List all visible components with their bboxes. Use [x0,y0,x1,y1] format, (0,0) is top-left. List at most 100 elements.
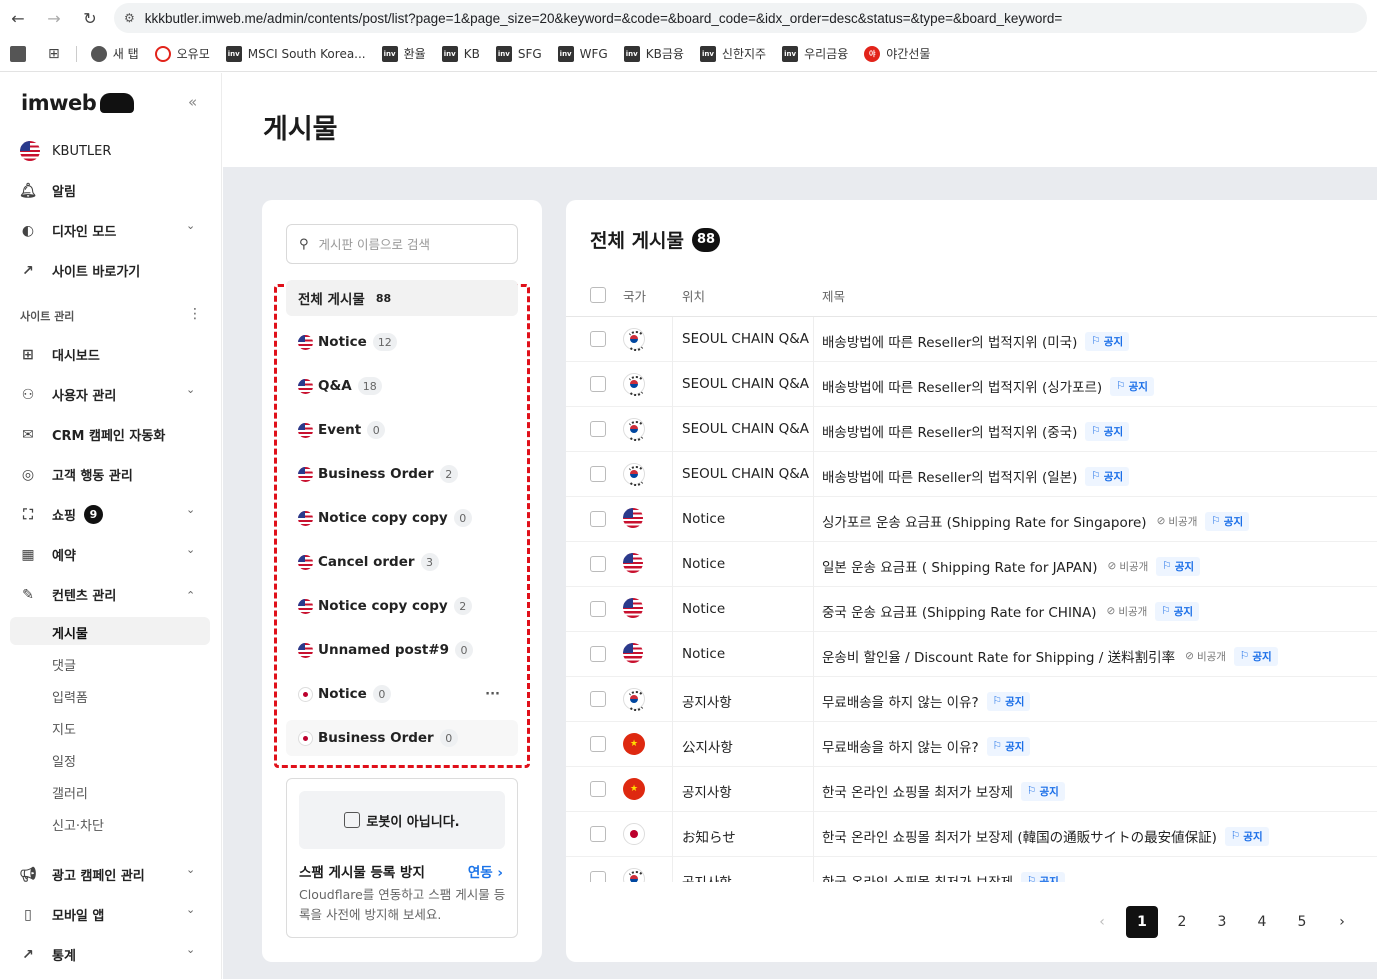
sidebar-item[interactable]: ↗ 통계 [20,945,76,965]
table-row[interactable]: Notice 일본 운송 요금표 ( Shipping Rate for JAPA… [566,542,1377,587]
post-title-cell[interactable]: 싱가포르 운송 요금표 (Shipping Rate for Singapore… [822,511,1250,531]
post-title-cell[interactable]: 한국 온라인 쇼핑몰 최저가 보장제 ⚐공지 [822,871,1065,882]
row-checkbox[interactable] [590,376,606,392]
post-title-cell[interactable]: 배송방법에 따른 Reseller의 법적지위 (미국) ⚐ 공지 [822,331,1130,351]
sidebar-sub-item[interactable]: 댓글 [52,655,76,674]
post-title-cell[interactable]: 무료배송을 하지 않는 이유? ⚐ 공지 [822,691,1031,711]
back-icon[interactable]: ← [0,0,36,36]
table-row[interactable]: SEOUL CHAIN Q&A 배송방법에 따른 Reseller의 법적지위 (… [566,317,1377,362]
post-title-cell[interactable]: 중국 운송 요금표 (Shipping Rate for CHINA) ⊘ 비공개 ⚐… [822,601,1200,621]
board-item[interactable]: Business Order 0 [286,720,518,756]
sidebar-sub-item[interactable]: 신고·차단 [52,815,104,834]
site-settings-icon[interactable]: ⚙ [124,11,135,25]
bookmark-item[interactable]: 야 야간선물 [864,45,930,62]
table-row[interactable]: Notice 운송비 할인율 / Discount Rate for Shippi… [566,632,1377,677]
board-item[interactable]: Notice 0 ··· [286,676,518,712]
page-button[interactable]: 1 [1126,906,1158,938]
table-row[interactable]: SEOUL CHAIN Q&A 배송방법에 따른 Reseller의 법적지위 (… [566,362,1377,407]
sidebar-item[interactable]: ⊞ 대시보드 [20,345,100,365]
post-title-cell[interactable]: 배송방법에 따른 Reseller의 법적지위 (중국) ⚐ 공지 [822,421,1130,441]
sidebar-item[interactable]: ▦ 예약 [20,545,76,565]
board-item[interactable]: Notice 12 [286,324,518,360]
select-all-checkbox[interactable] [590,287,606,303]
sidebar-sub-item[interactable]: 지도 [52,719,76,738]
page-button[interactable]: 4 [1246,906,1278,938]
board-item[interactable]: Notice copy copy 0 [286,500,518,536]
bookmark-item[interactable]: inv 신한지주 [699,45,766,62]
table-row[interactable]: ★ 공지사항 한국 온라인 쇼핑몰 최저가 보장제 ⚐ 공지 [566,767,1377,812]
row-checkbox[interactable] [590,736,606,752]
board-search[interactable]: ⚲ [286,224,518,264]
sidebar-item[interactable]: 📢︎ 광고 캠페인 관리 [19,865,145,885]
table-row[interactable]: 공지사항 한국 온라인 쇼핑몰 최저가 보장제 ⚐공지 [566,857,1377,882]
row-checkbox[interactable] [590,331,606,347]
chevron-down-icon[interactable]: ⌄ [186,503,195,516]
more-options-icon[interactable]: ··· [485,687,500,702]
chevron-down-icon[interactable]: ⌄ [186,903,195,916]
table-row[interactable]: Notice 싱가포르 운송 요금표 (Shipping Rate for Sin… [566,497,1377,542]
bookmark-item[interactable]: 새 탭 [90,45,139,62]
sidebar-item[interactable]: ↗ 사이트 바로가기 [20,261,140,281]
board-item[interactable]: Event 0 [286,412,518,448]
table-row[interactable]: Notice 중국 운송 요금표 (Shipping Rate for CHINA… [566,587,1377,632]
row-checkbox[interactable] [590,556,606,572]
chevron-down-icon[interactable]: ⌄ [186,383,195,396]
row-checkbox[interactable] [590,466,606,482]
table-row[interactable]: 공지사항 무료배송을 하지 않는 이유? ⚐ 공지 [566,677,1377,722]
table-row[interactable]: ★ 公지사항 무료배송을 하지 않는 이유? ⚐ 공지 [566,722,1377,767]
post-title-cell[interactable]: 운송비 할인율 / Discount Rate for Shipping / 送… [822,646,1278,666]
bookmark-item[interactable]: inv MSCI South Korea... [225,45,366,62]
row-checkbox[interactable] [590,781,606,797]
row-checkbox[interactable] [590,511,606,527]
page-button[interactable]: 3 [1206,906,1238,938]
post-title-cell[interactable]: 일본 운송 요금표 ( Shipping Rate for JAPAN) ⊘ 비공개… [822,556,1201,576]
board-item[interactable]: Unnamed post#9 0 [286,632,518,668]
bookmark-item[interactable]: inv 우리금융 [782,45,848,62]
row-checkbox[interactable] [590,826,606,842]
next-page-button[interactable]: › [1326,906,1358,938]
row-checkbox[interactable] [590,601,606,617]
connect-link[interactable]: 연동 › [468,861,503,881]
row-checkbox[interactable] [590,871,606,882]
board-search-input[interactable] [318,236,499,252]
chevron-up-icon[interactable]: ⌃ [186,589,195,602]
sidebar-item[interactable]: ✎ 컨텐츠 관리 [20,585,116,605]
board-item[interactable]: Q&A 18 [286,368,518,404]
sidebar-item[interactable]: ◎ 고객 행동 관리 [20,465,133,485]
chevron-down-icon[interactable]: ⌄ [186,543,195,556]
sidebar-item[interactable]: ⛶ 쇼핑 9 [20,505,103,524]
sidebar-item[interactable]: ✉ CRM 캠페인 자동화 [20,425,165,445]
board-item-all[interactable]: 전체 게시물 88 [286,280,518,316]
post-title-cell[interactable]: 배송방법에 따른 Reseller의 법적지위 (싱가포르) ⚐ 공지 [822,376,1154,396]
row-checkbox[interactable] [590,421,606,437]
section-more-icon[interactable]: ⋮ [188,306,202,322]
table-row[interactable]: SEOUL CHAIN Q&A 배송방법에 따른 Reseller의 법적지위 (… [566,407,1377,452]
bookmark-item[interactable]: inv SFG [495,45,542,62]
sidebar-item[interactable]: ⚇ 사용자 관리 [20,385,117,405]
collapse-sidebar-icon[interactable]: « [188,93,197,111]
row-checkbox[interactable] [590,646,606,662]
chevron-down-icon[interactable]: ⌄ [186,219,195,232]
sidebar-item[interactable]: 🔔︎ 알림 [19,181,76,201]
apps-grid-icon[interactable]: ⊞ [48,46,60,62]
post-title-cell[interactable]: 무료배송을 하지 않는 이유? ⚐ 공지 [822,736,1031,756]
reload-icon[interactable]: ↻ [72,0,108,36]
post-title-cell[interactable]: 배송방법에 따른 Reseller의 법적지위 (일본) ⚐ 공지 [822,466,1130,486]
imweb-logo[interactable]: imweb [21,91,135,115]
post-title-cell[interactable]: 한국 온라인 쇼핑몰 최저가 보장제 ⚐공지 [822,781,1065,801]
bookmark-item[interactable]: inv WFG [557,45,608,62]
page-button[interactable]: 2 [1166,906,1198,938]
post-title-cell[interactable]: 한국 온라인 쇼핑몰 최저가 보장제 (韓国の通販サイトの最安値保証) ⚐ 공지 [822,826,1269,846]
sidebar-sub-item[interactable]: 입력폼 [52,687,88,706]
board-item[interactable]: Notice copy copy 2 [286,588,518,624]
bookmark-item[interactable]: inv KB [441,45,480,62]
page-button[interactable]: 5 [1286,906,1318,938]
chevron-down-icon[interactable]: ⌄ [186,943,195,956]
sidebar-item[interactable]: ▯ 모바일 앱 [20,905,104,925]
row-checkbox[interactable] [590,691,606,707]
sidebar-sub-item[interactable]: 갤러리 [52,783,88,802]
forward-icon[interactable]: → [36,0,72,36]
table-row[interactable]: SEOUL CHAIN Q&A 배송방법에 따른 Reseller의 법적지위 (… [566,452,1377,497]
sidebar-sub-item[interactable]: 게시물 [52,623,88,642]
bookmark-item[interactable]: inv 환율 [381,45,426,62]
